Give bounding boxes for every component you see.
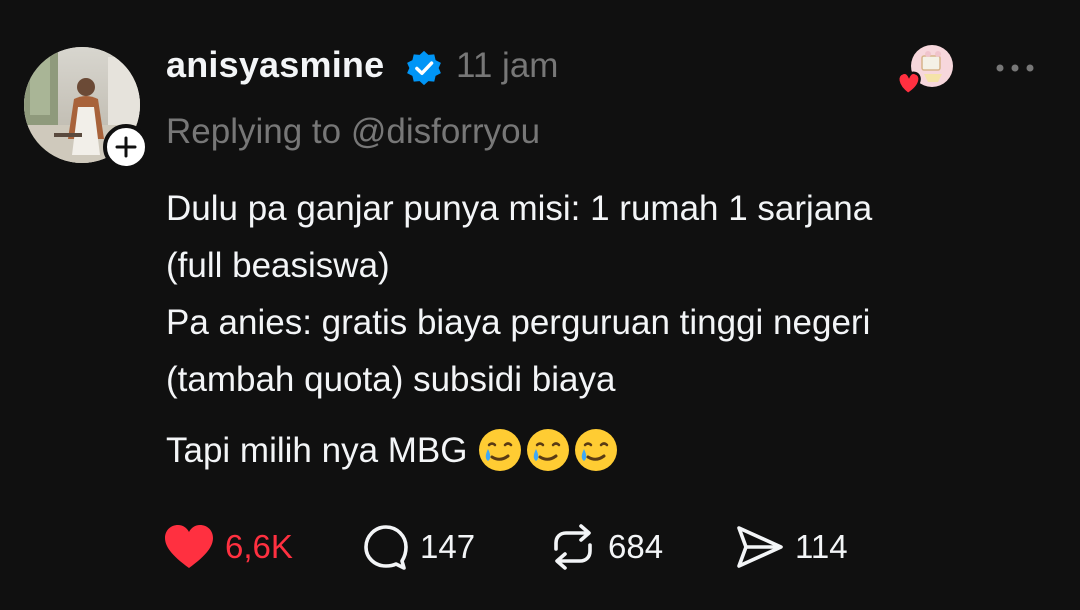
body-line: Dulu pa ganjar punya misi: 1 rumah 1 sar…: [166, 189, 873, 228]
reply-prefix: Replying to: [166, 112, 342, 151]
smiling-face-with-tear-icon: [479, 428, 522, 471]
username[interactable]: anisyasmine: [166, 44, 384, 86]
repost-icon: [554, 524, 592, 570]
more-options-icon[interactable]: [994, 60, 1036, 76]
emoji-group: [477, 427, 619, 473]
thread-post: anisyasmine 11 jam Replying to @disforry…: [0, 0, 1080, 610]
verified-badge-icon: [407, 50, 441, 86]
heart-filled-icon: [165, 525, 213, 568]
replying-to: Replying to @disforryou: [166, 112, 540, 152]
post-body: Dulu pa ganjar punya misi: 1 rumah 1 sar…: [166, 180, 1046, 479]
body-line: (full beasiswa): [166, 246, 390, 285]
body-closing-line: Tapi milih nya MBG: [166, 422, 1046, 479]
comment-icon: [364, 525, 408, 570]
reply-button[interactable]: 147: [362, 523, 475, 571]
body-line: Pa anies: gratis biaya perguruan tinggi …: [166, 303, 871, 342]
reply-mention-link[interactable]: @disforryou: [351, 112, 540, 151]
post-time: 11 jam: [456, 46, 559, 85]
reply-count: 147: [420, 528, 476, 565]
repost-button[interactable]: 684: [548, 523, 663, 571]
share-count: 114: [795, 528, 848, 565]
plus-icon: [115, 136, 137, 158]
smiling-face-with-tear-icon: [527, 428, 570, 471]
body-line: (tambah quota) subsidi biaya: [166, 360, 616, 399]
like-button[interactable]: 6,6K: [163, 523, 293, 571]
repost-count: 684: [608, 528, 664, 565]
share-button[interactable]: 114: [735, 523, 848, 571]
closing-text: Tapi milih nya MBG: [166, 431, 468, 470]
smiling-face-with-tear-icon: [575, 428, 618, 471]
send-icon: [737, 526, 783, 568]
liked-by-avatar-icon[interactable]: [894, 44, 956, 96]
follow-button[interactable]: [103, 124, 149, 170]
like-count: 6,6K: [225, 528, 293, 565]
